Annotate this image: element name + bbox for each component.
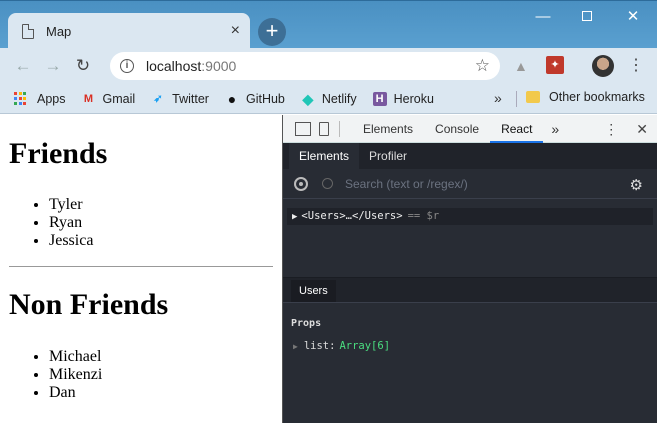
tab-title: Map bbox=[46, 23, 72, 39]
expand-arrow-icon[interactable]: ▶ bbox=[292, 212, 297, 222]
react-tab-elements[interactable]: Elements bbox=[289, 143, 360, 169]
component-tag: <Users>…</Users> bbox=[301, 210, 403, 222]
close-tab-icon[interactable]: × bbox=[231, 23, 240, 39]
github-icon: ● bbox=[227, 90, 237, 107]
reload-button[interactable]: ↻ bbox=[68, 56, 98, 76]
non-friends-list: Michael Mikenzi Dan bbox=[49, 348, 102, 402]
selected-component-name: Users bbox=[291, 280, 336, 302]
devtools-controls: ⋮ ✕ bbox=[604, 121, 648, 138]
tab-elements[interactable]: Elements bbox=[352, 115, 424, 143]
page-content: Friends Tyler Ryan Jessica Non Friends M… bbox=[0, 115, 282, 423]
page-icon bbox=[22, 23, 34, 39]
non-friends-heading: Non Friends bbox=[9, 288, 169, 321]
maximize-icon bbox=[582, 11, 592, 21]
address-bar[interactable]: i localhost:9000 ☆ bbox=[110, 52, 500, 80]
bookmark-label: GitHub bbox=[245, 91, 285, 106]
tab-react[interactable]: React bbox=[490, 115, 544, 143]
bookmark-label: Apps bbox=[37, 91, 66, 106]
url-host: localhost bbox=[146, 58, 202, 74]
new-tab-button[interactable]: + bbox=[258, 18, 286, 46]
more-tabs-button[interactable]: » bbox=[551, 121, 559, 137]
tab-console[interactable]: Console bbox=[424, 115, 490, 143]
props-heading: Props bbox=[291, 318, 322, 329]
bookmark-netlify[interactable]: ◆ Netlify bbox=[301, 90, 357, 107]
browser-menu-icon[interactable]: ⋮ bbox=[628, 56, 644, 76]
list-item: Dan bbox=[49, 384, 102, 402]
netlify-icon: ◆ bbox=[302, 90, 314, 107]
bookmarks-overflow-button[interactable]: » bbox=[494, 90, 502, 106]
expand-arrow-icon[interactable]: ▶ bbox=[293, 342, 298, 351]
toolbar-divider bbox=[339, 120, 340, 137]
prop-value: Array[6] bbox=[339, 340, 391, 352]
react-tab-profiler[interactable]: Profiler bbox=[359, 143, 417, 169]
bookmark-apps[interactable]: Apps bbox=[14, 91, 66, 106]
info-icon[interactable]: i bbox=[120, 59, 134, 73]
other-bookmarks-label: Other bookmarks bbox=[549, 90, 645, 104]
bookmark-label: Twitter bbox=[172, 91, 209, 106]
forward-button[interactable]: → bbox=[38, 56, 68, 76]
drive-extension-icon[interactable]: ▲ bbox=[514, 58, 528, 74]
bookmarks-divider bbox=[516, 91, 517, 107]
bookmark-github[interactable]: ● GitHub bbox=[225, 92, 285, 106]
friends-heading: Friends bbox=[9, 137, 108, 170]
bookmarks-bar: Apps M Gmail ➶ Twitter ● GitHub ◆ Netlif… bbox=[0, 84, 657, 114]
component-search-input[interactable] bbox=[345, 176, 605, 191]
apps-grid-icon bbox=[14, 91, 28, 106]
browser-toolbar: ← → ↻ i localhost:9000 ☆ ▲ ✦ bbox=[0, 48, 657, 84]
component-inspector: Users Props ▶ list: Array[6] bbox=[283, 277, 657, 423]
list-item: Jessica bbox=[49, 232, 93, 250]
close-window-button[interactable]: ✕ bbox=[610, 5, 656, 31]
bookmark-heroku[interactable]: H Heroku bbox=[372, 91, 434, 106]
inspect-element-icon[interactable] bbox=[295, 121, 311, 136]
component-tree-row[interactable]: ▶ <Users>…</Users> == $r bbox=[287, 208, 653, 225]
friends-list: Tyler Ryan Jessica bbox=[49, 196, 93, 250]
back-button[interactable]: ← bbox=[8, 56, 38, 76]
bookmark-label: Gmail bbox=[102, 91, 136, 106]
list-item: Michael bbox=[49, 348, 102, 366]
other-bookmarks[interactable]: Other bookmarks bbox=[526, 90, 645, 104]
devtools-toolbar: Elements Console React » ⋮ ✕ bbox=[283, 115, 657, 143]
prop-key: list: bbox=[303, 340, 336, 352]
devtools-panel: Elements Console React » ⋮ ✕ Elements Pr… bbox=[282, 115, 657, 423]
bookmark-label: Netlify bbox=[321, 91, 357, 106]
close-devtools-icon[interactable]: ✕ bbox=[636, 121, 648, 138]
device-toolbar-icon[interactable] bbox=[319, 121, 329, 136]
gear-icon[interactable]: ⚙ bbox=[630, 176, 643, 194]
devtools-menu-icon[interactable]: ⋮ bbox=[604, 121, 618, 138]
bookmark-star-icon[interactable]: ☆ bbox=[475, 56, 490, 76]
prop-row[interactable]: ▶ list: Array[6] bbox=[293, 340, 390, 352]
list-item: Ryan bbox=[49, 214, 93, 232]
twitter-icon: ➶ bbox=[153, 92, 163, 105]
browser-tab[interactable]: Map × bbox=[8, 13, 250, 49]
maximize-button[interactable] bbox=[564, 5, 610, 31]
profile-avatar[interactable] bbox=[592, 55, 614, 77]
gmail-icon: M bbox=[83, 92, 94, 105]
react-search-bar: ⚙ bbox=[283, 169, 657, 199]
url-port: :9000 bbox=[201, 58, 237, 74]
inspector-header: Users bbox=[283, 278, 657, 303]
select-element-icon[interactable] bbox=[294, 176, 308, 191]
bookmark-gmail[interactable]: M Gmail bbox=[82, 91, 136, 106]
selected-ref: == $r bbox=[407, 210, 440, 222]
bookmark-label: Heroku bbox=[393, 91, 434, 106]
browser-titlebar: Map × + — ✕ bbox=[0, 0, 657, 49]
heroku-icon: H bbox=[372, 91, 387, 106]
extension-icon[interactable]: ✦ bbox=[546, 56, 564, 74]
list-item: Mikenzi bbox=[49, 366, 102, 384]
divider bbox=[9, 266, 273, 267]
list-item: Tyler bbox=[49, 196, 93, 214]
folder-icon bbox=[526, 91, 540, 103]
bookmark-twitter[interactable]: ➶ Twitter bbox=[151, 92, 209, 106]
minimize-button[interactable]: — bbox=[520, 5, 566, 31]
search-icon bbox=[322, 178, 333, 189]
react-devtools-tabs: Elements Profiler bbox=[283, 143, 657, 169]
